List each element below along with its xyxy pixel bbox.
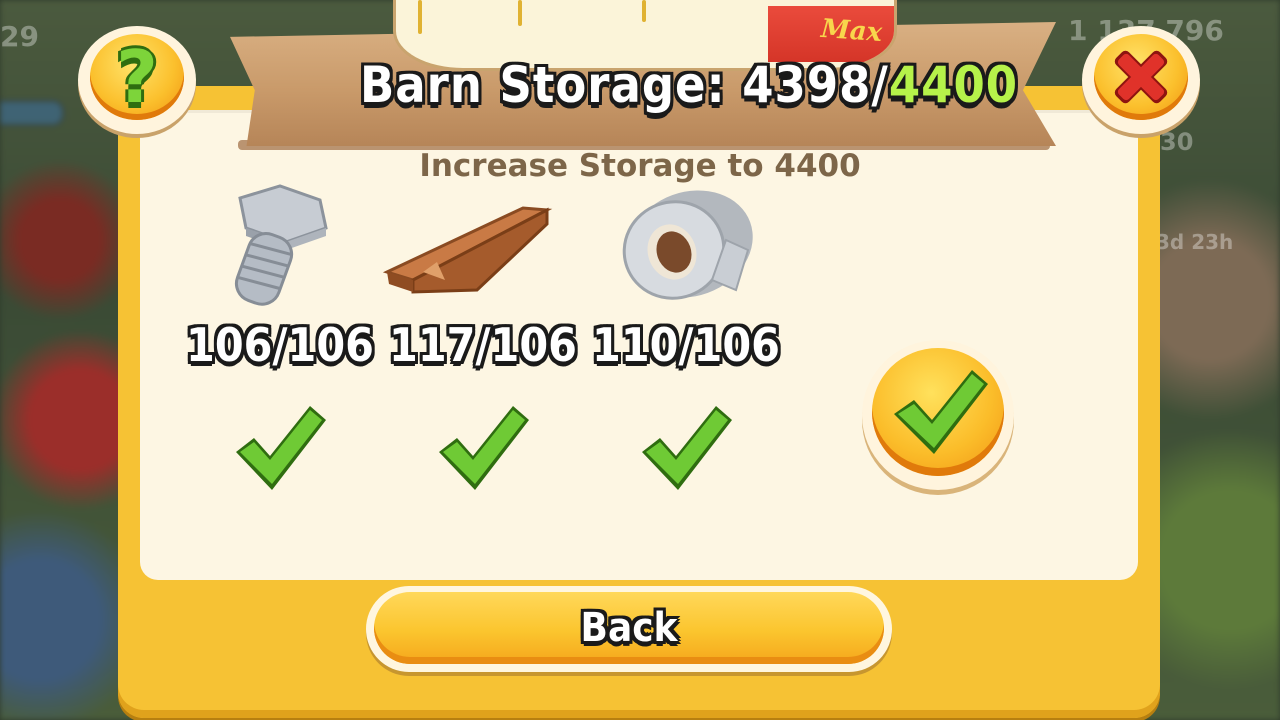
current-storage: 4398 [742,56,872,114]
check-icon [642,406,732,490]
dialog-title: Barn Storage: 4398/4400 [360,56,1017,114]
duct-tape-icon [622,190,753,300]
question-mark-icon: ? [116,35,158,119]
bolt-icon [234,184,328,306]
gauge-max-label: Max [819,13,883,49]
bg-level-badge: 29 [0,20,39,53]
close-icon [1114,50,1168,104]
close-button[interactable] [1082,26,1200,134]
title-prefix: Barn Storage: [360,56,743,114]
check-icon [236,406,326,490]
item-count: 106/106 [186,318,374,372]
dialog-subtitle: Increase Storage to 4400 [419,148,861,184]
gauge-max-zone: Max [768,6,894,62]
back-button-label: Back [580,605,678,651]
help-button[interactable]: ? [78,26,196,134]
bg-currency-counter: 30 [1160,128,1194,156]
plank-icon [383,206,553,294]
storage-capacity: 4400 [888,56,1019,114]
bg-timer: 3d 23h [1156,230,1234,254]
item-count: 110/106 [592,318,780,372]
check-icon [894,370,988,454]
confirm-upgrade-button[interactable] [862,340,1014,490]
back-button[interactable]: Back [366,586,892,672]
check-icon [439,406,529,490]
item-count: 117/106 [389,318,577,372]
bg-progress-bar [0,100,64,126]
title-separator: / [871,56,889,114]
